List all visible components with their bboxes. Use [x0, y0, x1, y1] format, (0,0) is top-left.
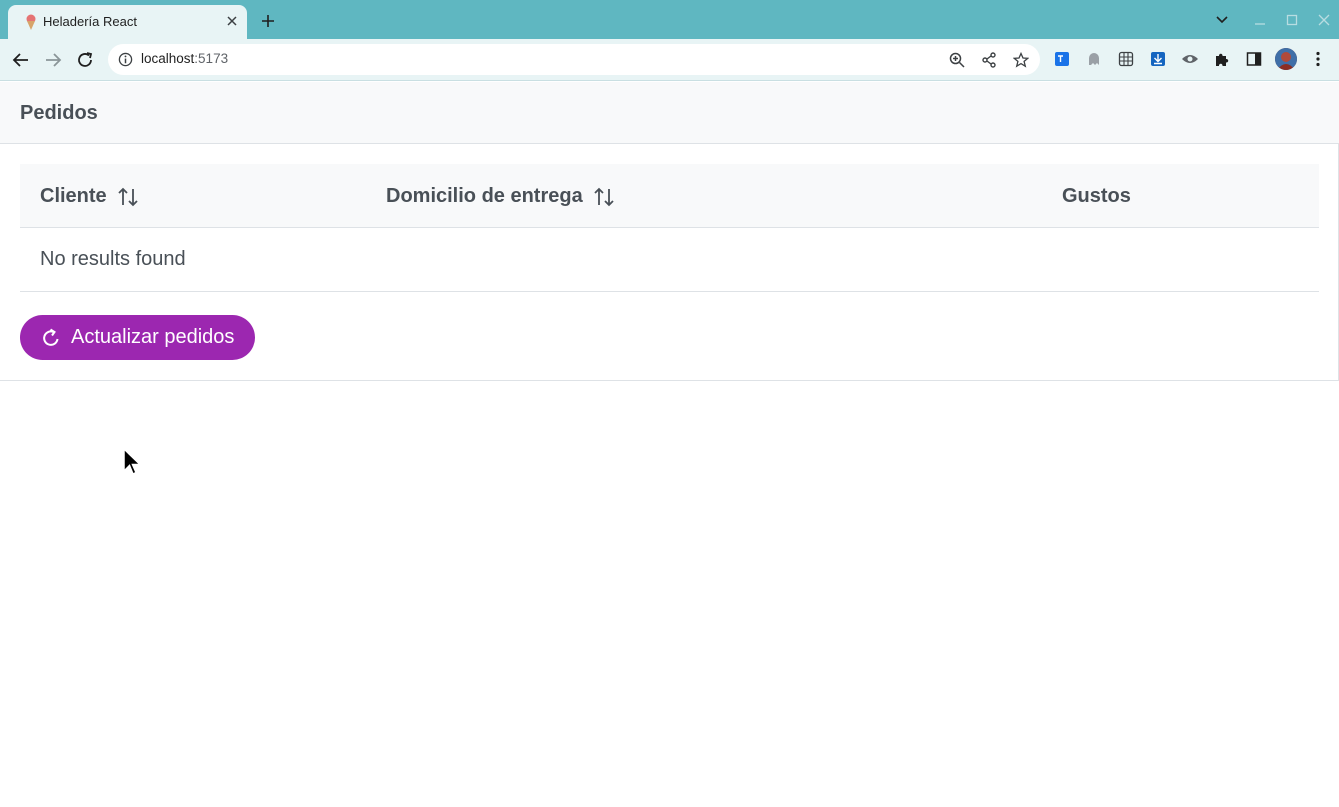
back-icon[interactable]	[10, 49, 32, 71]
extensions-puzzle-icon[interactable]	[1213, 50, 1231, 68]
bookmark-star-icon[interactable]	[1012, 51, 1030, 69]
column-header-label: Gustos	[1062, 185, 1131, 207]
column-header-cliente[interactable]: Cliente	[40, 185, 139, 208]
extension-grid-icon[interactable]	[1117, 50, 1135, 68]
maximize-icon[interactable]	[1282, 10, 1302, 30]
browser-tab[interactable]: Heladería React	[8, 5, 247, 39]
browser-toolbar: localhost:5173	[0, 39, 1339, 81]
reload-icon[interactable]	[74, 49, 96, 71]
extension-download-icon[interactable]	[1149, 50, 1167, 68]
url-text: localhost:5173	[141, 51, 228, 66]
minimize-icon[interactable]	[1250, 10, 1270, 30]
share-icon[interactable]	[980, 51, 998, 69]
sort-icon[interactable]	[117, 186, 139, 208]
close-tab-icon[interactable]	[224, 13, 240, 29]
forward-icon[interactable]	[42, 49, 64, 71]
sort-icon[interactable]	[593, 186, 615, 208]
refresh-orders-button[interactable]: Actualizar pedidos	[20, 315, 255, 360]
address-bar[interactable]: localhost:5173	[108, 44, 1040, 75]
column-header-domicilio[interactable]: Domicilio de entrega	[386, 185, 615, 208]
ice-cream-icon	[26, 14, 36, 30]
tab-search-icon[interactable]	[1212, 10, 1232, 30]
site-info-icon[interactable]	[118, 52, 133, 67]
extension-translate-icon[interactable]	[1053, 50, 1071, 68]
page-header: Pedidos	[0, 82, 1339, 144]
url-port: :5173	[194, 51, 229, 66]
table-header: Cliente Domicilio de entrega Gustos	[20, 164, 1319, 228]
column-header-label: Cliente	[40, 185, 107, 207]
close-window-icon[interactable]	[1314, 10, 1334, 30]
tab-title: Heladería React	[43, 14, 137, 29]
refresh-icon	[41, 328, 61, 348]
extension-ghost-icon[interactable]	[1085, 50, 1103, 68]
browser-menu-icon[interactable]	[1309, 50, 1327, 68]
mouse-pointer-icon	[123, 448, 142, 476]
column-header-label: Domicilio de entrega	[386, 185, 583, 207]
column-header-gustos: Gustos	[1062, 185, 1131, 208]
url-host: localhost	[141, 51, 195, 66]
page-title: Pedidos	[20, 102, 98, 124]
browser-tab-strip: Heladería React	[0, 0, 1339, 39]
refresh-button-label: Actualizar pedidos	[71, 326, 235, 348]
table-empty-row: No results found	[20, 228, 1319, 292]
extension-eye-icon[interactable]	[1181, 50, 1199, 68]
empty-message: No results found	[40, 248, 186, 270]
new-tab-icon[interactable]	[258, 11, 278, 31]
side-panel-icon[interactable]	[1245, 50, 1263, 68]
profile-avatar[interactable]	[1275, 48, 1297, 70]
zoom-icon[interactable]	[948, 51, 966, 69]
